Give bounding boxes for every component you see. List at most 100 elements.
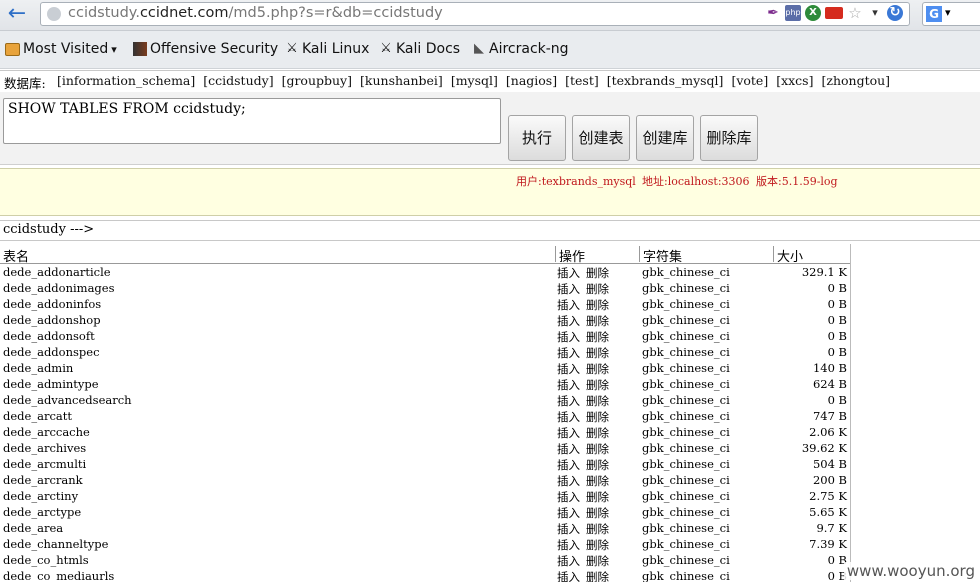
table-name-link[interactable]: dede_arctype — [3, 505, 81, 519]
table-name-link[interactable]: dede_admin — [3, 361, 73, 375]
reload-icon[interactable]: ↻ — [887, 5, 903, 21]
delete-link[interactable]: 删除 — [586, 410, 609, 424]
insert-link[interactable]: 插入 — [557, 362, 580, 376]
delete-link[interactable]: 删除 — [586, 362, 609, 376]
delete-link[interactable]: 删除 — [586, 554, 609, 568]
insert-link[interactable]: 插入 — [557, 410, 580, 424]
feather-icon[interactable]: ✒ — [765, 5, 781, 21]
insert-link[interactable]: 插入 — [557, 570, 580, 582]
insert-link[interactable]: 插入 — [557, 426, 580, 440]
insert-link[interactable]: 插入 — [557, 394, 580, 408]
insert-link[interactable]: 插入 — [557, 506, 580, 520]
google-icon[interactable]: G — [926, 6, 942, 22]
bookmark-kali-linux[interactable]: ⚔ Kali Linux — [285, 41, 369, 57]
insert-link[interactable]: 插入 — [557, 554, 580, 568]
database-link[interactable]: [test] — [565, 73, 599, 88]
insert-link[interactable]: 插入 — [557, 266, 580, 280]
delete-link[interactable]: 删除 — [586, 458, 609, 472]
delete-link[interactable]: 删除 — [586, 266, 609, 280]
table-name-link[interactable]: dede_co_mediaurls — [3, 569, 114, 582]
table-name-link[interactable]: dede_addonarticle — [3, 265, 111, 279]
insert-link[interactable]: 插入 — [557, 314, 580, 328]
delete-link[interactable]: 删除 — [586, 298, 609, 312]
database-link[interactable]: [information_schema] — [57, 73, 195, 88]
insert-link[interactable]: 插入 — [557, 458, 580, 472]
search-box[interactable]: G ▾ — [922, 2, 980, 26]
insert-link[interactable]: 插入 — [557, 298, 580, 312]
table-name-link[interactable]: dede_arctiny — [3, 489, 78, 503]
delete-link[interactable]: 删除 — [586, 490, 609, 504]
table-name-link[interactable]: dede_area — [3, 521, 63, 535]
create-table-button[interactable]: 创建表 — [572, 115, 630, 161]
chevron-down-icon[interactable]: ▾ — [867, 5, 883, 21]
table-name-link[interactable]: dede_arcatt — [3, 409, 72, 423]
table-row: dede_addonspec 插入 删除 gbk_chinese_ci 0 B — [0, 344, 850, 360]
delete-link[interactable]: 删除 — [586, 314, 609, 328]
table-name-link[interactable]: dede_arccache — [3, 425, 90, 439]
delete-link[interactable]: 删除 — [586, 538, 609, 552]
database-link[interactable]: [vote] — [731, 73, 768, 88]
insert-link[interactable]: 插入 — [557, 538, 580, 552]
database-link[interactable]: [texbrands_mysql] — [607, 73, 724, 88]
table-name-link[interactable]: dede_addoninfos — [3, 297, 101, 311]
database-link[interactable]: [ccidstudy] — [203, 73, 273, 88]
delete-link[interactable]: 删除 — [586, 378, 609, 392]
table-size: 140 B — [812, 361, 847, 375]
table-name-link[interactable]: dede_advancedsearch — [3, 393, 132, 407]
back-arrow-icon[interactable]: ← — [4, 3, 30, 25]
table-name-link[interactable]: dede_admintype — [3, 377, 99, 391]
flag-icon[interactable] — [825, 7, 843, 19]
bookmark-aircrack-ng[interactable]: ◣ Aircrack-ng — [472, 41, 569, 57]
database-link[interactable]: [mysql] — [451, 73, 498, 88]
bookmark-offensive-security[interactable]: Offensive Security — [133, 41, 278, 57]
search-engine-chevron-icon[interactable]: ▾ — [945, 6, 951, 19]
table-name-link[interactable]: dede_channeltype — [3, 537, 108, 551]
create-database-button[interactable]: 创建库 — [636, 115, 694, 161]
table-name-link[interactable]: dede_addonsoft — [3, 329, 95, 343]
table-name-link[interactable]: dede_arcmulti — [3, 457, 86, 471]
sql-query-input[interactable] — [3, 98, 501, 144]
insert-link[interactable]: 插入 — [557, 346, 580, 360]
bookmark-star-icon[interactable]: ☆ — [847, 5, 863, 21]
database-link[interactable]: [kunshanbei] — [360, 73, 443, 88]
delete-link[interactable]: 删除 — [586, 442, 609, 456]
insert-link[interactable]: 插入 — [557, 474, 580, 488]
table-name-link[interactable]: dede_arcrank — [3, 473, 83, 487]
execute-button[interactable]: 执行 — [508, 115, 566, 161]
url-text[interactable]: ccidstudy.ccidnet.com/md5.php?s=r&db=cci… — [68, 5, 443, 21]
php-icon[interactable]: php — [785, 5, 801, 21]
insert-link[interactable]: 插入 — [557, 282, 580, 296]
table-name-link[interactable]: dede_addonshop — [3, 313, 101, 327]
bookmark-label: Most Visited — [23, 41, 109, 57]
database-link[interactable]: [xxcs] — [776, 73, 813, 88]
bookmark-most-visited[interactable]: Most Visited ▾ — [5, 41, 117, 57]
insert-link[interactable]: 插入 — [557, 378, 580, 392]
header-table-name: 表名 — [3, 250, 30, 265]
delete-link[interactable]: 删除 — [586, 426, 609, 440]
database-link[interactable]: [zhongtou] — [821, 73, 890, 88]
insert-link[interactable]: 插入 — [557, 490, 580, 504]
delete-link[interactable]: 删除 — [586, 570, 609, 582]
database-link[interactable]: [groupbuy] — [282, 73, 352, 88]
delete-link[interactable]: 删除 — [586, 394, 609, 408]
delete-link[interactable]: 删除 — [586, 506, 609, 520]
bookmarks-toolbar: Most Visited ▾ Offensive Security ⚔ Kali… — [0, 31, 980, 69]
delete-link[interactable]: 删除 — [586, 522, 609, 536]
globe-icon — [47, 7, 61, 21]
table-name-link[interactable]: dede_addonspec — [3, 345, 100, 359]
table-name-link[interactable]: dede_addonimages — [3, 281, 115, 295]
bookmark-kali-docs[interactable]: ⚔ Kali Docs — [379, 41, 460, 57]
url-bar[interactable]: ccidstudy.ccidnet.com/md5.php?s=r&db=cci… — [40, 2, 910, 26]
table-name-link[interactable]: dede_archives — [3, 441, 86, 455]
insert-link[interactable]: 插入 — [557, 522, 580, 536]
database-link[interactable]: [nagios] — [506, 73, 557, 88]
insert-link[interactable]: 插入 — [557, 442, 580, 456]
drop-database-button[interactable]: 删除库 — [700, 115, 758, 161]
delete-link[interactable]: 删除 — [586, 330, 609, 344]
x-addon-icon[interactable]: X — [805, 5, 821, 21]
delete-link[interactable]: 删除 — [586, 346, 609, 360]
delete-link[interactable]: 删除 — [586, 282, 609, 296]
delete-link[interactable]: 删除 — [586, 474, 609, 488]
table-name-link[interactable]: dede_co_htmls — [3, 553, 89, 567]
insert-link[interactable]: 插入 — [557, 330, 580, 344]
